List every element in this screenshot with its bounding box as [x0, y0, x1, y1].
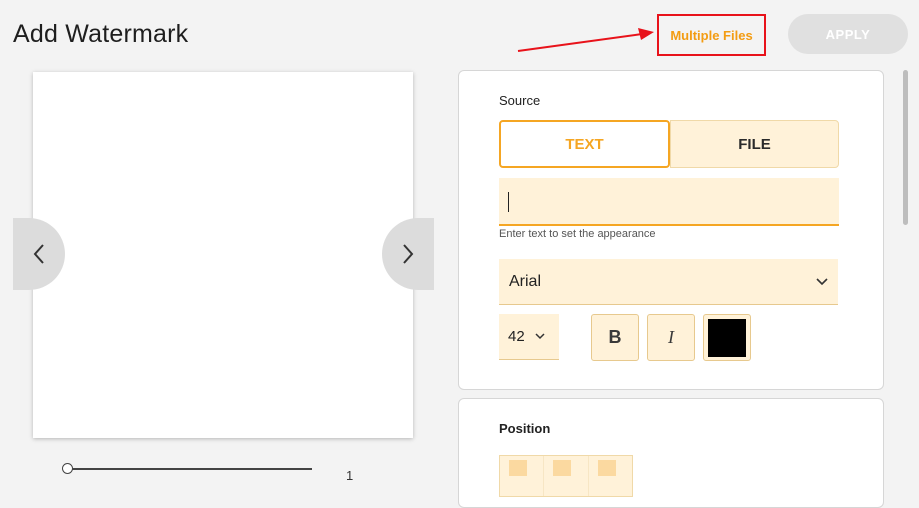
text-caret	[508, 192, 509, 212]
apply-button[interactable]: APPLY	[788, 14, 908, 54]
tab-text[interactable]: TEXT	[499, 120, 670, 168]
color-picker-button[interactable]	[703, 314, 751, 361]
bold-button[interactable]: B	[591, 314, 639, 361]
position-cell-top-right[interactable]	[589, 456, 632, 496]
chevron-right-icon	[403, 244, 414, 264]
watermark-text-input[interactable]	[499, 178, 839, 226]
text-hint: Enter text to set the appearance	[499, 228, 656, 240]
chevron-down-icon	[535, 333, 545, 340]
annotation-arrow	[517, 28, 654, 52]
page-number: 1	[346, 468, 354, 483]
zoom-slider-thumb[interactable]	[62, 463, 73, 474]
page-title: Add Watermark	[13, 20, 189, 48]
position-marker	[597, 460, 616, 476]
chevron-left-icon	[33, 244, 44, 264]
chevron-down-icon	[816, 277, 828, 285]
source-panel: Source TEXT FILE Enter text to set the a…	[458, 70, 884, 390]
multiple-files-button[interactable]: Multiple Files	[657, 14, 766, 56]
font-size-value: 42	[508, 328, 525, 345]
font-size-select[interactable]: 42	[499, 314, 559, 360]
tab-file[interactable]: FILE	[670, 120, 839, 168]
color-swatch	[708, 318, 746, 357]
position-panel: Position	[458, 398, 884, 508]
zoom-slider-track[interactable]	[68, 468, 312, 470]
panel-scrollbar[interactable]	[903, 70, 908, 225]
source-label: Source	[499, 93, 541, 108]
position-marker	[509, 460, 527, 476]
position-marker	[553, 460, 572, 476]
position-cell-top-left[interactable]	[500, 456, 545, 496]
font-select-value: Arial	[509, 272, 542, 290]
page-preview	[33, 72, 413, 438]
position-cell-top-center[interactable]	[544, 456, 589, 496]
italic-button[interactable]: I	[647, 314, 695, 361]
position-label: Position	[499, 421, 551, 436]
font-select[interactable]: Arial	[499, 259, 838, 305]
